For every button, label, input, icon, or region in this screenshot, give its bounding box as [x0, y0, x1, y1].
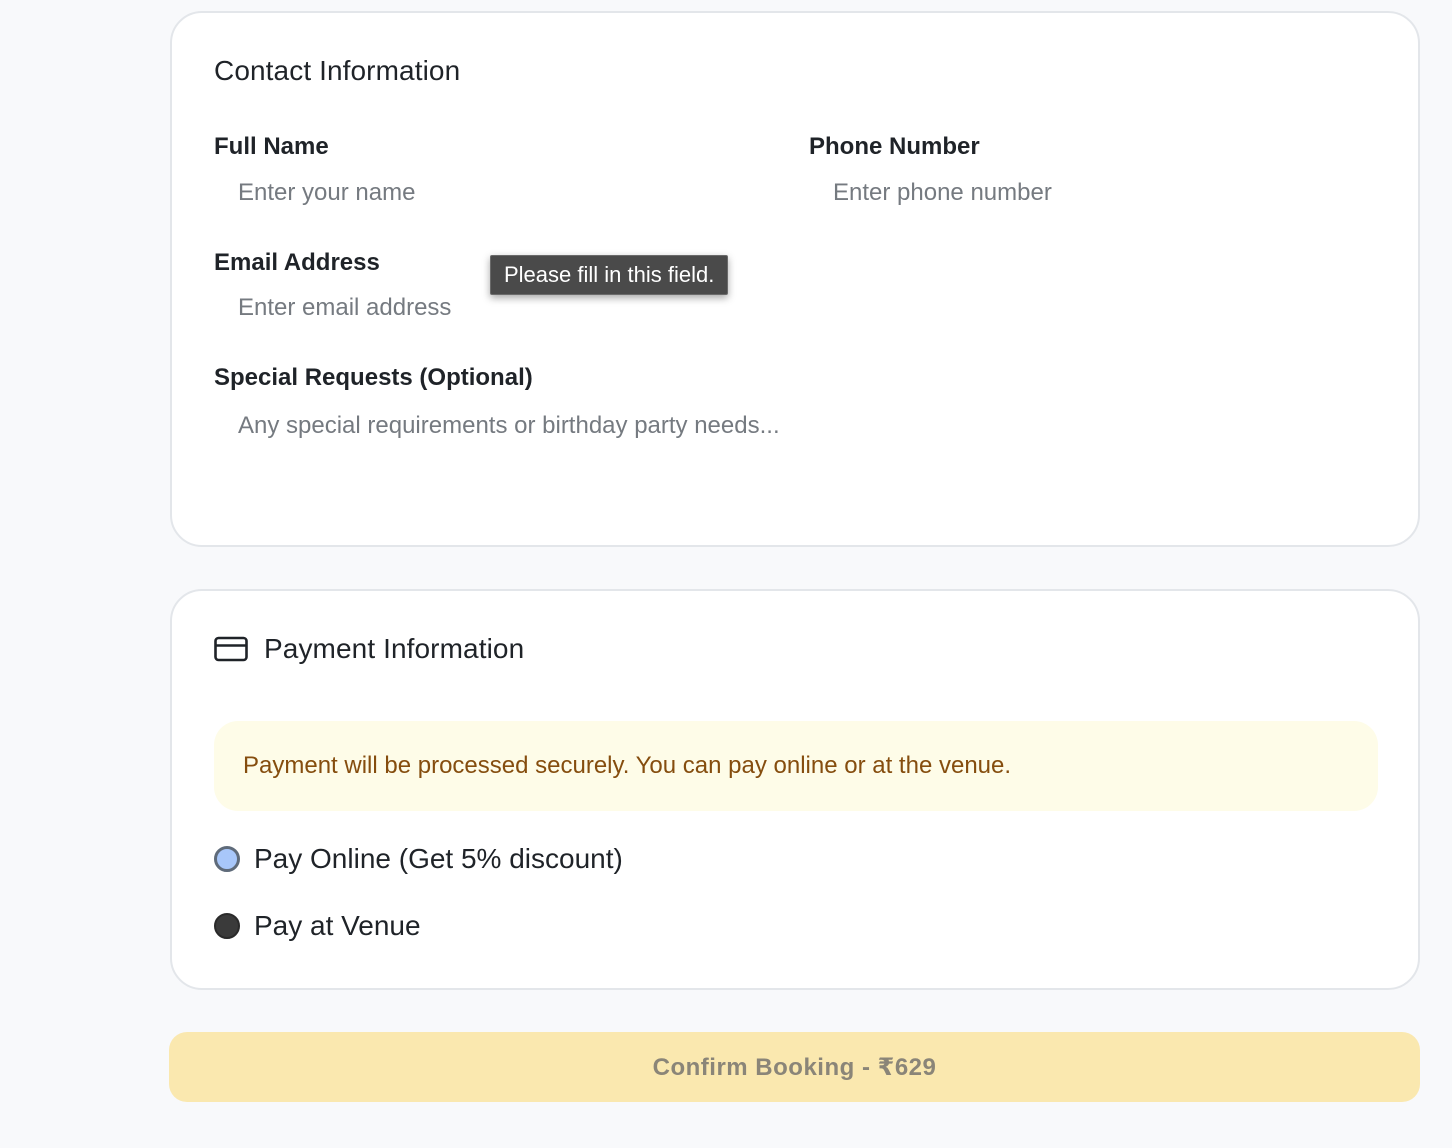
pay-online-label: Pay Online (Get 5% discount) — [254, 843, 623, 874]
full-name-label: Full Name — [214, 133, 329, 160]
payment-information-title: Payment Information — [264, 633, 525, 664]
pay-at-venue-label: Pay at Venue — [254, 910, 421, 941]
validation-tooltip: Please fill in this field. — [490, 255, 729, 295]
contact-information-title: Contact Information — [214, 55, 461, 86]
special-requests-label: Special Requests (Optional) — [214, 364, 533, 391]
phone-number-label: Phone Number — [809, 133, 980, 160]
phone-number-input[interactable] — [809, 173, 1369, 213]
credit-card-icon — [214, 636, 248, 662]
special-requests-textarea[interactable] — [214, 406, 1374, 506]
email-address-label: Email Address — [214, 249, 380, 276]
payment-notice: Payment will be processed securely. You … — [214, 721, 1378, 811]
pay-at-venue-radio[interactable] — [214, 913, 240, 939]
payment-information-card: Payment Information Payment will be proc… — [170, 589, 1420, 990]
full-name-input[interactable] — [214, 173, 774, 213]
pay-online-option[interactable]: Pay Online (Get 5% discount) — [214, 843, 623, 875]
booking-page: Contact Information Full Name Phone Numb… — [0, 0, 1452, 1148]
pay-at-venue-option[interactable]: Pay at Venue — [214, 910, 421, 942]
payment-notice-text: Payment will be processed securely. You … — [243, 752, 1012, 779]
pay-online-radio[interactable] — [214, 846, 240, 872]
payment-information-header: Payment Information — [214, 633, 524, 665]
contact-information-card: Contact Information Full Name Phone Numb… — [170, 11, 1420, 547]
confirm-booking-button[interactable]: Confirm Booking - ₹629 — [169, 1032, 1420, 1102]
